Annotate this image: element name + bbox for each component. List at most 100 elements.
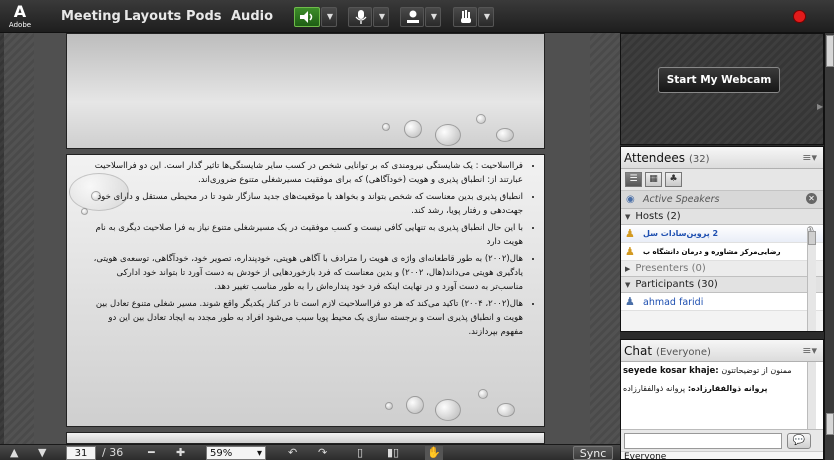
chat-sender: پروانه ذوالفقارزاده: (687, 384, 768, 393)
sync-button[interactable]: Sync (573, 446, 613, 460)
microphone-icon (355, 10, 367, 24)
bubble-decoration (478, 389, 488, 399)
bubble-decoration (496, 128, 514, 142)
zoom-select[interactable]: 59% ▾ (206, 446, 266, 460)
chevron-down-icon: ▼ (326, 12, 333, 21)
status-dropdown[interactable]: ▼ (478, 7, 494, 27)
previous-page-icon[interactable]: ▲ (10, 446, 18, 460)
speech-bubble-icon: 💬 (792, 435, 806, 446)
attendees-title: Attendees (624, 151, 686, 165)
top-menu-bar: A Adobe Meeting Layouts Pods Audio ▼ ▼ ▼… (0, 0, 834, 33)
webcam-pod: Start My Webcam ▶ (620, 33, 824, 145)
zoom-in-icon[interactable]: ✚ (176, 446, 185, 460)
zoom-out-icon[interactable]: ━ (148, 446, 155, 460)
participants-group[interactable]: ▼ Participants (30) (621, 277, 823, 293)
active-speakers-bar[interactable]: ◉ Active Speakers ✕ (621, 191, 823, 209)
chat-header: Chat (Everyone) ≡▾ (621, 340, 823, 362)
send-message-button[interactable]: 💬 (787, 433, 811, 449)
chat-scrollbar[interactable] (807, 362, 816, 429)
attendee-name: رضایی‌مرکز مشاوره و درمان دانشگاه ب (643, 248, 781, 256)
status-view-icon[interactable]: ♣ (665, 172, 682, 187)
grid-view-icon[interactable]: ▦ (645, 172, 662, 187)
window-right-scrollbar[interactable] (824, 33, 834, 460)
attendees-count: (32) (689, 154, 710, 165)
speaker-icon: ◉ (626, 194, 635, 205)
two-page-icon[interactable]: ▮▯ (387, 446, 399, 460)
camera-user-button[interactable] (400, 7, 424, 27)
slide-bullet: فرااسلاحیت : یک شایستگی نیرومندی که بر ت… (85, 159, 523, 187)
chat-text: ممنون از توضیحاتتون (721, 366, 792, 375)
scroll-thumb[interactable] (808, 231, 816, 245)
chat-message: پروانه ذوالفقارزاده: پروانه ذوالفقارزاده (623, 384, 823, 402)
attendees-scrollbar[interactable] (807, 231, 816, 331)
attendee-name: ahmad faridi (643, 297, 704, 308)
slide-bullet-list: فرااسلاحیت : یک شایستگی نیرومندی که بر ت… (85, 159, 535, 342)
list-view-icon[interactable]: ☰ (625, 172, 642, 187)
scroll-thumb[interactable] (826, 413, 834, 435)
chat-input[interactable] (624, 433, 782, 449)
adobe-logo-word: Adobe (8, 21, 32, 29)
attendee-row[interactable]: ♟ ahmad faridi (621, 293, 823, 311)
expand-icon[interactable]: ▶ (817, 102, 823, 111)
slide-bullet: با این حال انطباق پذیری به تنهایی کافی ن… (85, 221, 523, 249)
pod-menu-icon[interactable]: ≡▾ (802, 344, 817, 357)
menu-meeting[interactable]: Meeting (61, 9, 121, 24)
scroll-thumb[interactable] (826, 35, 834, 67)
host-icon: ♟ (625, 245, 635, 258)
rotate-right-icon[interactable]: ↷ (318, 446, 327, 460)
menu-layouts[interactable]: Layouts (124, 9, 181, 24)
menu-audio[interactable]: Audio (231, 9, 273, 24)
chat-title: Chat (624, 344, 653, 358)
slide-next (66, 432, 545, 444)
chat-sender: seyede kosar khaje: (623, 366, 719, 376)
attendee-row[interactable]: ♟ رضایی‌مرکز مشاوره و درمان دانشگاه ب (621, 243, 823, 261)
user-icon (407, 10, 419, 23)
chevron-down-icon: ▾ (256, 448, 262, 459)
presenters-group[interactable]: ▶ Presenters (0) (621, 261, 823, 277)
connect-window: A Adobe Meeting Layouts Pods Audio ▼ ▼ ▼… (0, 0, 834, 460)
single-page-icon[interactable]: ▯ (357, 446, 363, 460)
next-page-icon[interactable]: ▼ (38, 446, 46, 460)
raise-hand-icon (461, 10, 471, 23)
chevron-down-icon: ▼ (483, 12, 490, 21)
adobe-logo: A Adobe (8, 3, 32, 30)
chat-recipient-tab[interactable]: Everyone (621, 451, 823, 459)
bubble-decoration (476, 114, 486, 124)
rotate-left-icon[interactable]: ↶ (288, 446, 297, 460)
share-pod: فرااسلاحیت : یک شایستگی نیرومندی که بر ت… (0, 33, 622, 444)
chat-text: پروانه ذوالفقارزاده (623, 384, 686, 393)
menu-pods[interactable]: Pods (186, 9, 222, 24)
attendee-row[interactable]: ♟ 2 پروین‌سادات سل 🎙 (621, 225, 823, 243)
pointer-hand-icon[interactable]: ✋ (425, 446, 443, 460)
attendees-header: Attendees (32) ≡▾ (621, 147, 823, 169)
raise-hand-button[interactable] (453, 7, 477, 27)
camera-dropdown[interactable]: ▼ (425, 7, 441, 27)
bubble-decoration (382, 123, 390, 131)
triangle-down-icon: ▼ (625, 281, 631, 289)
slide-bullet: هال(۲۰۰۲، ۲۰۰۴) تاکید می‌کند که هر دو فر… (85, 297, 523, 339)
participant-icon: ♟ (625, 295, 635, 308)
microphone-dropdown[interactable]: ▼ (373, 7, 389, 27)
adobe-logo-mark: A (13, 2, 27, 21)
chat-messages: seyede kosar khaje: ممنون از توضیحاتتون … (621, 362, 823, 429)
pod-menu-icon[interactable]: ≡▾ (802, 151, 817, 164)
close-icon[interactable]: ✕ (806, 193, 817, 204)
slide-viewport: فرااسلاحیت : یک شایستگی نیرومندی که بر ت… (34, 33, 622, 444)
hosts-group[interactable]: ▼ Hosts (2) (621, 209, 823, 225)
speaker-dropdown[interactable]: ▼ (321, 7, 337, 27)
microphone-button[interactable] (348, 7, 372, 27)
bubble-decoration (435, 124, 461, 146)
speaker-button[interactable] (294, 7, 320, 27)
total-pages: / 36 (102, 446, 124, 459)
page-number-input[interactable]: 31 (66, 446, 96, 460)
chevron-down-icon: ▼ (378, 12, 385, 21)
slide-previous (66, 33, 545, 149)
recording-indicator-icon[interactable] (793, 10, 806, 23)
start-webcam-button[interactable]: Start My Webcam (658, 67, 780, 93)
bubble-decoration (406, 396, 424, 414)
bubble-decoration (497, 403, 515, 417)
attendee-view-switcher: ☰ ▦ ♣ (621, 169, 823, 191)
triangle-right-icon: ▶ (625, 265, 631, 273)
active-speakers-label: Active Speakers (643, 194, 720, 205)
chat-message: seyede kosar khaje: ممنون از توضیحاتتون (623, 366, 823, 384)
